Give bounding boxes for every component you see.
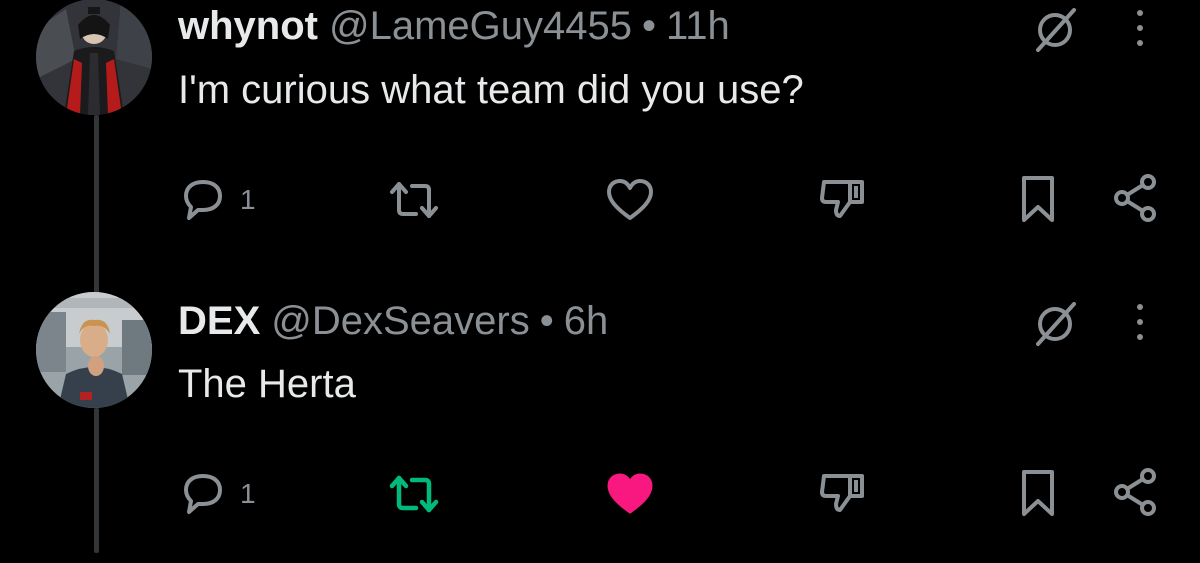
bookmark-icon[interactable] (1018, 174, 1058, 224)
thread-line-top (94, 115, 99, 300)
reply-count: 1 (240, 478, 256, 509)
avatar-person-photo-icon (36, 292, 152, 408)
share-icon[interactable] (1110, 172, 1162, 224)
separator-dot: • (539, 299, 554, 343)
grok-icon[interactable] (1030, 6, 1082, 56)
reply-2-avatar[interactable] (36, 292, 152, 408)
bookmark-icon[interactable] (1018, 468, 1058, 518)
grok-icon[interactable] (1030, 300, 1082, 350)
thread-line-bottom (94, 408, 99, 553)
post-time[interactable]: 6h (564, 297, 609, 345)
reply-1-text: I'm curious what team did you use? (178, 68, 804, 112)
heart-icon[interactable] (604, 176, 656, 224)
repost-icon[interactable] (386, 470, 442, 518)
heart-icon[interactable] (604, 470, 656, 518)
share-icon[interactable] (1110, 466, 1162, 518)
separator-dot: • (642, 4, 657, 48)
author-handle[interactable]: @DexSeavers (271, 297, 529, 345)
reply-1-avatar[interactable] (36, 0, 152, 115)
post-time[interactable]: 11h (666, 2, 730, 50)
reply-2-text: The Herta (178, 362, 356, 406)
author-name[interactable]: whynot (178, 2, 318, 50)
dislike-icon[interactable] (816, 466, 868, 518)
reply-1-header: whynot @LameGuy4455 • 11h (178, 2, 730, 50)
author-name[interactable]: DEX (178, 297, 260, 345)
comment-icon[interactable] (178, 174, 228, 224)
avatar-dark-robed-character-icon (36, 0, 152, 115)
repost-icon[interactable] (386, 176, 442, 224)
reply-count: 1 (240, 184, 256, 215)
dislike-icon[interactable] (816, 172, 868, 224)
more-icon[interactable] (1135, 302, 1145, 342)
comment-icon[interactable] (178, 468, 228, 518)
author-handle[interactable]: @LameGuy4455 (329, 2, 632, 50)
reply-2-header: DEX @DexSeavers • 6h (178, 297, 608, 345)
more-icon[interactable] (1135, 8, 1145, 48)
